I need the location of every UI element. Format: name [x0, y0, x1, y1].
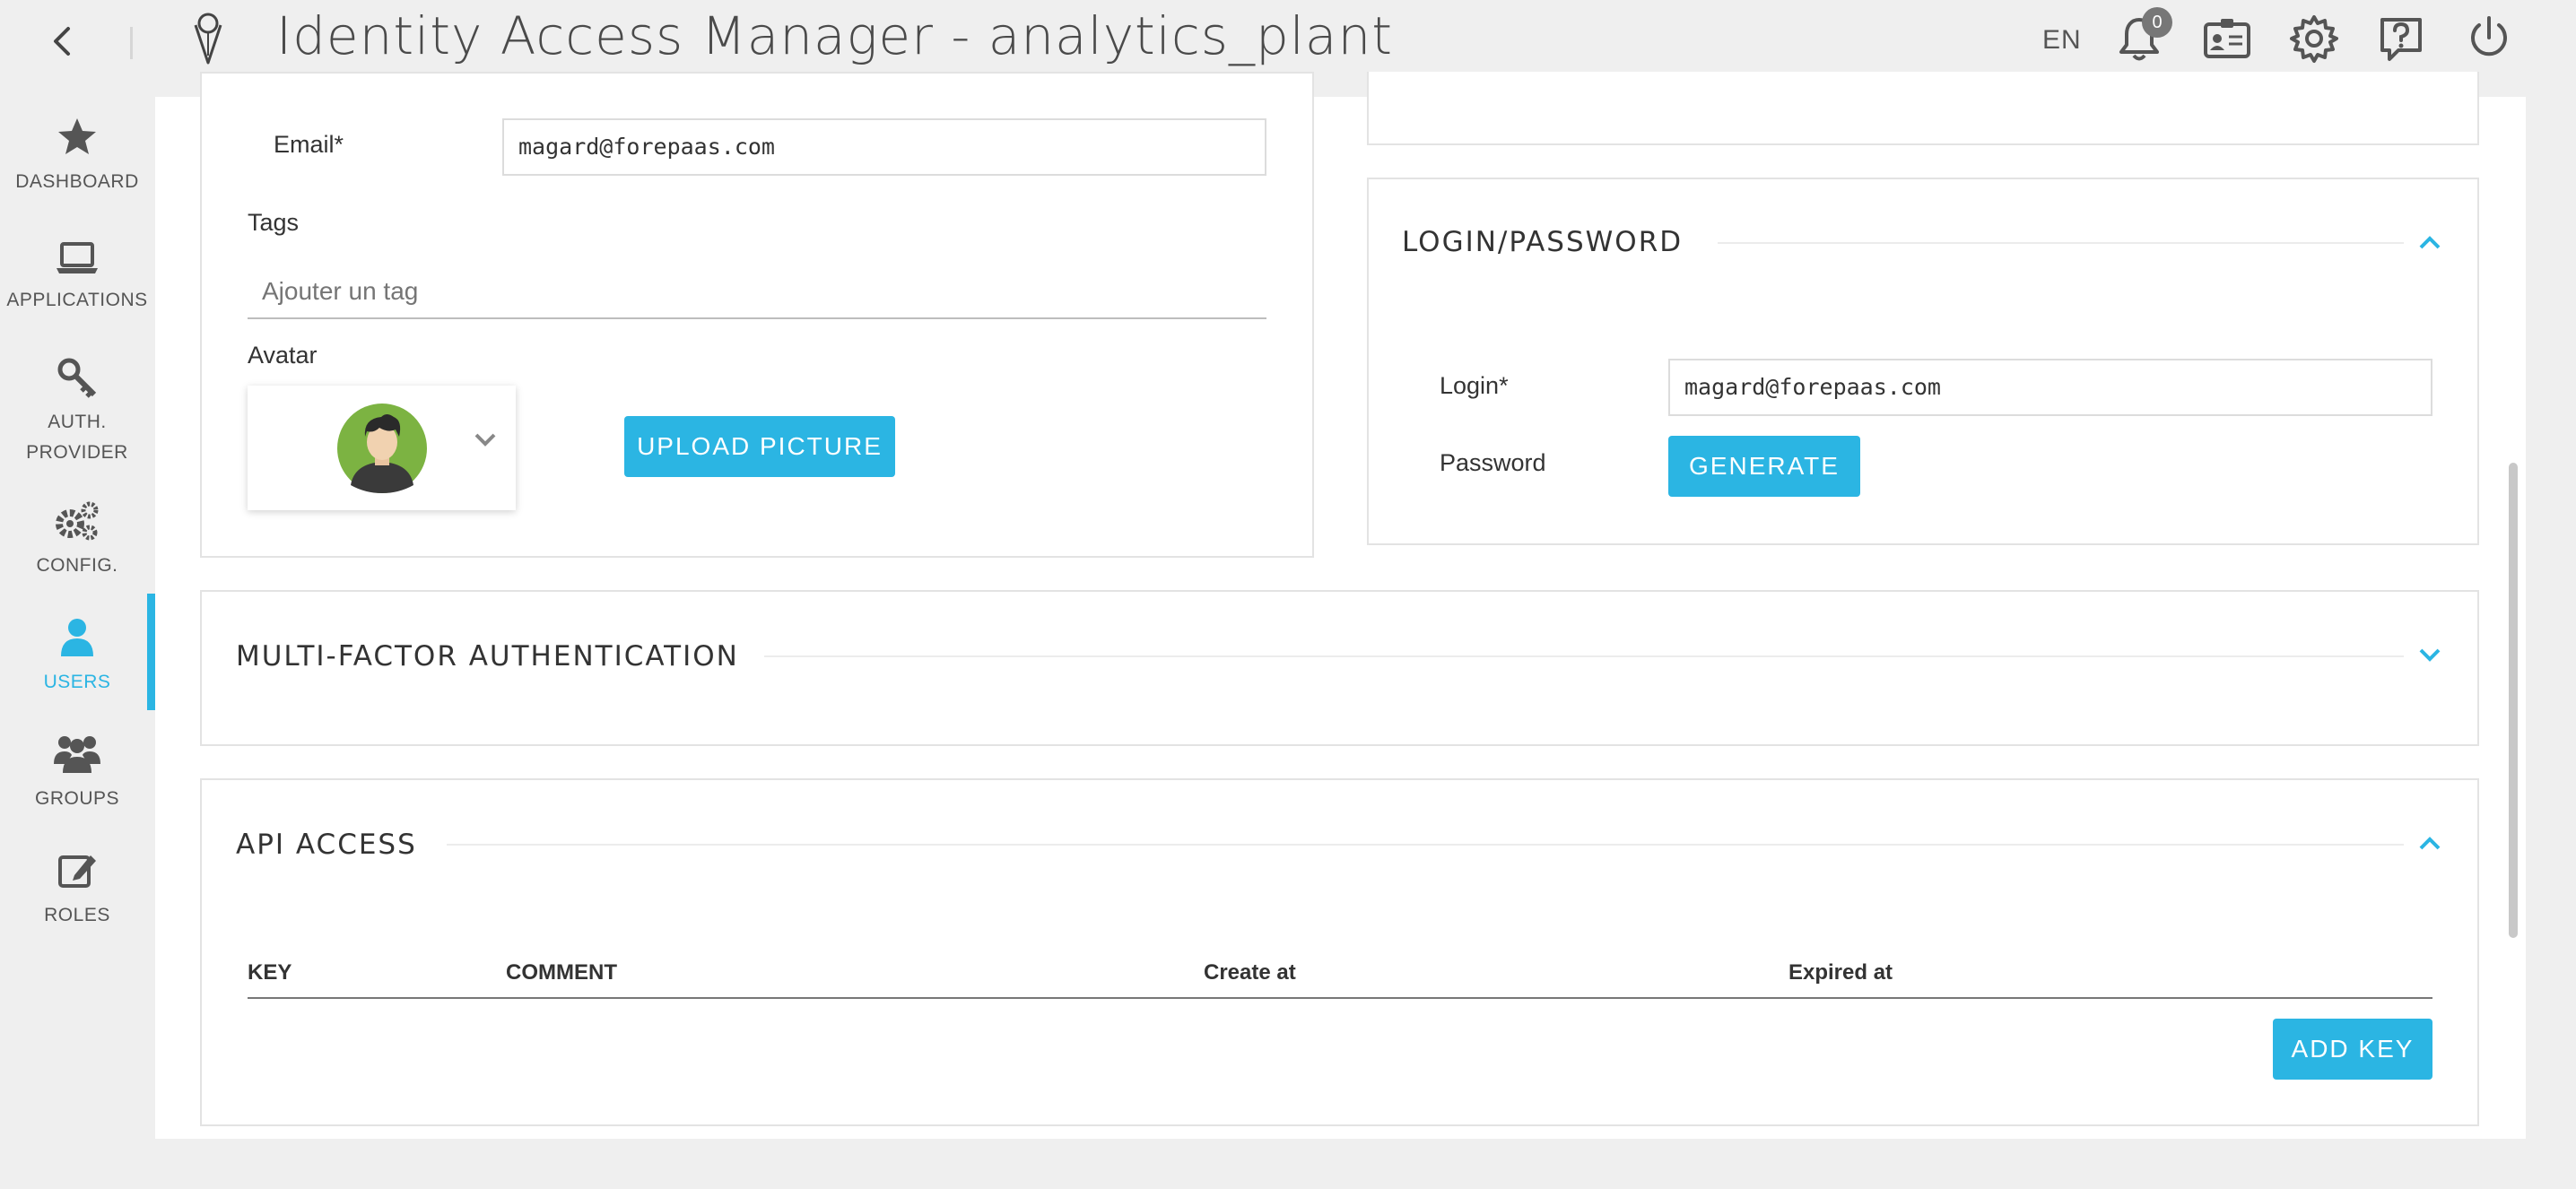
generate-password-button[interactable]: GENERATE — [1668, 436, 1860, 497]
user-icon — [61, 619, 93, 656]
nav-item-auth-provider[interactable]: AUTH. PROVIDER — [0, 357, 154, 468]
column-header-key[interactable]: KEY — [248, 960, 292, 985]
nav-item-applications[interactable]: APPLICATIONS — [0, 240, 154, 316]
section-divider — [1718, 242, 2404, 244]
laptop-icon — [57, 242, 98, 273]
star-icon — [58, 118, 96, 154]
section-divider — [447, 844, 2404, 846]
upload-picture-button[interactable]: UPLOAD PICTURE — [624, 416, 895, 477]
avatar-selector[interactable] — [248, 386, 516, 510]
api-access-title: API ACCESS — [236, 829, 417, 861]
nav-label: DASHBOARD — [15, 171, 139, 192]
edit-icon — [58, 855, 96, 888]
section-divider — [764, 655, 2404, 657]
column-header-expired-at[interactable]: Expired at — [1788, 960, 1893, 985]
scrollbar-thumb[interactable] — [2509, 463, 2518, 938]
gear-icon[interactable] — [2288, 13, 2340, 65]
info-card — [1367, 72, 2479, 145]
chevron-up-icon[interactable] — [2416, 233, 2443, 251]
mfa-title: MULTI-FACTOR AUTHENTICATION — [236, 640, 739, 673]
key-icon — [57, 358, 97, 398]
table-header-rule — [248, 997, 2432, 999]
logo-icon — [190, 11, 226, 66]
email-label: Email* — [274, 131, 344, 158]
chevron-up-icon[interactable] — [2416, 834, 2443, 852]
language-switch[interactable]: EN — [2042, 25, 2082, 56]
back-icon[interactable] — [45, 23, 81, 59]
nav-item-users[interactable]: USERS — [0, 617, 154, 698]
nav-label-line2: PROVIDER — [26, 442, 128, 463]
nav-item-config[interactable]: CONFIG. — [0, 500, 154, 581]
nav-label: CONFIG. — [36, 555, 118, 576]
login-password-title: LOGIN/PASSWORD — [1402, 226, 1684, 258]
app-title: Identity Access Manager - analytics_plan… — [276, 5, 1393, 66]
chevron-down-icon — [474, 433, 496, 447]
id-card-icon[interactable] — [2201, 13, 2253, 65]
nav-item-roles[interactable]: ROLES — [0, 850, 154, 931]
help-icon[interactable] — [2375, 13, 2427, 65]
nav-item-groups[interactable]: GROUPS — [0, 733, 154, 814]
active-nav-indicator — [147, 594, 155, 710]
side-nav: DASHBOARD APPLICATIONS AUTH. PROVIDER CO… — [0, 97, 155, 1189]
email-field[interactable]: magard@forepaas.com — [502, 118, 1266, 176]
api-access-card — [200, 778, 2479, 1126]
password-label: Password — [1440, 449, 1546, 476]
notification-count-badge: 0 — [2142, 7, 2172, 38]
column-header-comment[interactable]: COMMENT — [506, 960, 617, 985]
gears-icon — [56, 501, 99, 541]
nav-label: GROUPS — [34, 788, 119, 809]
nav-label: USERS — [43, 672, 111, 692]
tags-label: Tags — [248, 209, 300, 236]
avatar — [337, 404, 427, 493]
avatar-label: Avatar — [248, 342, 318, 369]
tags-input[interactable] — [248, 265, 1266, 319]
power-icon[interactable] — [2463, 13, 2515, 65]
group-icon — [54, 736, 100, 773]
add-key-button[interactable]: ADD KEY — [2273, 1019, 2432, 1080]
nav-label: ROLES — [44, 905, 110, 925]
column-header-create-at[interactable]: Create at — [1204, 960, 1296, 985]
nav-item-dashboard[interactable]: DASHBOARD — [0, 117, 154, 197]
chevron-down-icon[interactable] — [2416, 647, 2443, 664]
nav-label: APPLICATIONS — [6, 290, 148, 310]
nav-label-line1: AUTH. — [48, 412, 107, 432]
divider — [130, 27, 133, 59]
login-label: Login* — [1440, 372, 1509, 399]
login-field[interactable]: magard@forepaas.com — [1668, 359, 2432, 416]
